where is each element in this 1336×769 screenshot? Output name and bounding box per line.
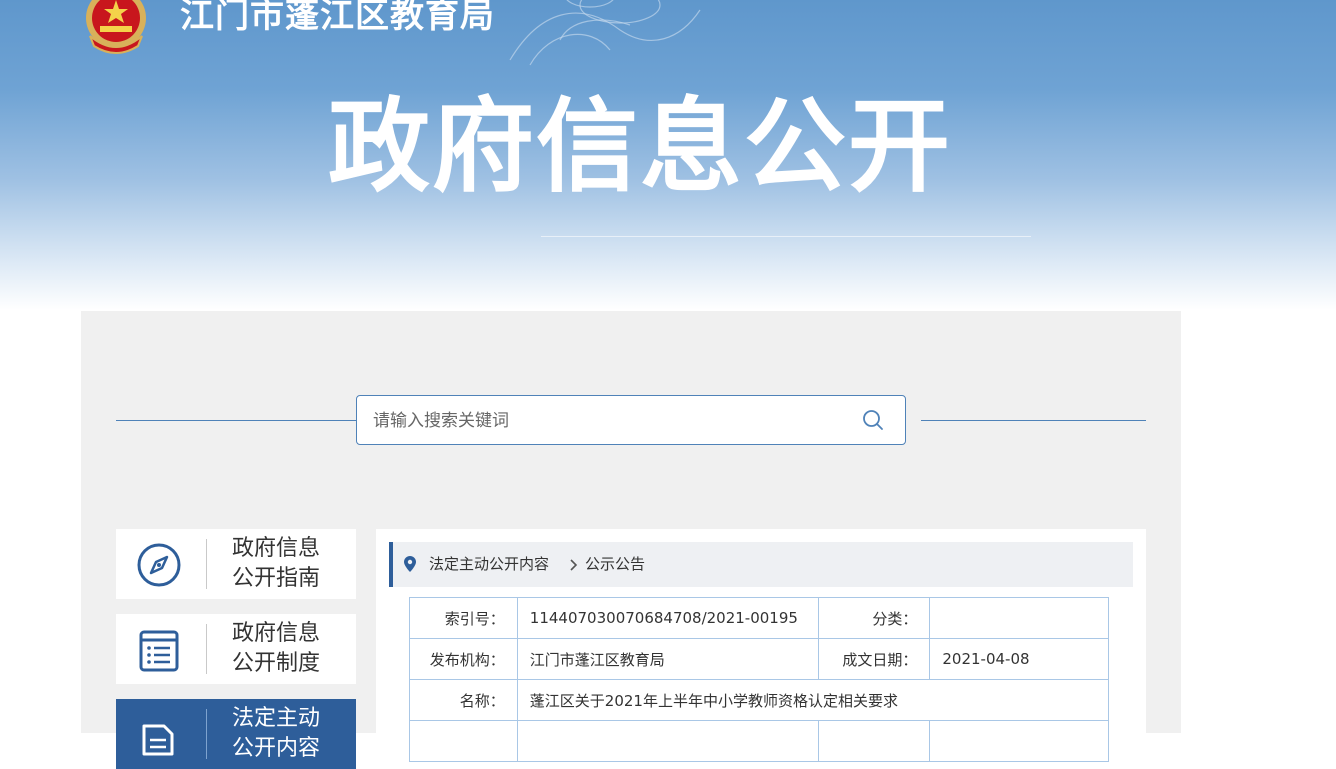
sidebar-item-label: 法定主动 公开内容 xyxy=(232,706,321,761)
chevron-right-icon xyxy=(570,559,578,571)
search-divider-left xyxy=(116,420,356,421)
search-divider-right xyxy=(921,420,1146,421)
info-table: 索引号： 114407030070684708/2021-00195 分类： 发… xyxy=(409,597,1110,762)
hero-title: 政府信息公开 xyxy=(328,88,952,207)
sidebar-item-label: 政府信息 公开制度 xyxy=(232,621,321,676)
location-pin-icon xyxy=(404,556,416,572)
sidebar-item-label: 政府信息 公开指南 xyxy=(232,536,321,591)
next-row-value-2 xyxy=(929,720,1109,762)
sidebar-separator xyxy=(206,624,207,674)
table-row: 名称： 蓬江区关于2021年上半年中小学教师资格认定相关要求 xyxy=(409,679,1110,721)
search-icon[interactable] xyxy=(862,409,884,431)
next-row-value xyxy=(516,720,819,762)
breadcrumb: 法定主动公开内容 公示公告 xyxy=(389,542,1133,587)
date-value: 2021-04-08 xyxy=(929,638,1109,680)
site-title[interactable]: 江门市蓬江区教育局 xyxy=(180,0,495,38)
national-emblem-icon xyxy=(86,0,146,54)
sidebar-separator xyxy=(206,709,207,759)
list-document-icon xyxy=(139,630,179,672)
table-row: 索引号： 114407030070684708/2021-00195 分类： xyxy=(409,597,1109,639)
folder-document-icon xyxy=(142,724,174,756)
name-label: 名称： xyxy=(409,679,518,721)
publisher-value: 江门市蓬江区教育局 xyxy=(516,638,819,680)
sidebar-separator xyxy=(206,539,207,589)
table-row: 发布机构： 江门市蓬江区教育局 成文日期： 2021-04-08 xyxy=(409,638,1109,680)
sidebar-item-system[interactable]: 政府信息 公开制度 xyxy=(116,614,356,684)
hero-divider xyxy=(541,236,1031,237)
sidebar-item-mandatory-disclosure[interactable]: 法定主动 公开内容 xyxy=(116,699,356,769)
name-value: 蓬江区关于2021年上半年中小学教师资格认定相关要求 xyxy=(516,679,1110,721)
next-row-label xyxy=(409,720,518,762)
decorative-flower-icon xyxy=(509,0,701,66)
category-label: 分类： xyxy=(817,597,931,639)
sidebar-item-guide[interactable]: 政府信息 公开指南 xyxy=(116,529,356,599)
table-row xyxy=(409,720,1109,762)
search-box xyxy=(356,395,906,446)
index-label: 索引号： xyxy=(409,597,518,639)
publisher-label: 发布机构： xyxy=(409,638,518,680)
compass-icon xyxy=(137,543,181,587)
search-input[interactable] xyxy=(371,396,845,446)
breadcrumb-item-mandatory[interactable]: 法定主动公开内容 xyxy=(429,554,549,575)
next-row-label-2 xyxy=(817,720,931,762)
header-banner: 江门市蓬江区教育局 政府信息公开 xyxy=(0,0,1336,320)
breadcrumb-item-announcements[interactable]: 公示公告 xyxy=(585,554,645,575)
category-value xyxy=(929,597,1109,639)
index-value: 114407030070684708/2021-00195 xyxy=(516,597,819,639)
date-label: 成文日期： xyxy=(817,638,931,680)
